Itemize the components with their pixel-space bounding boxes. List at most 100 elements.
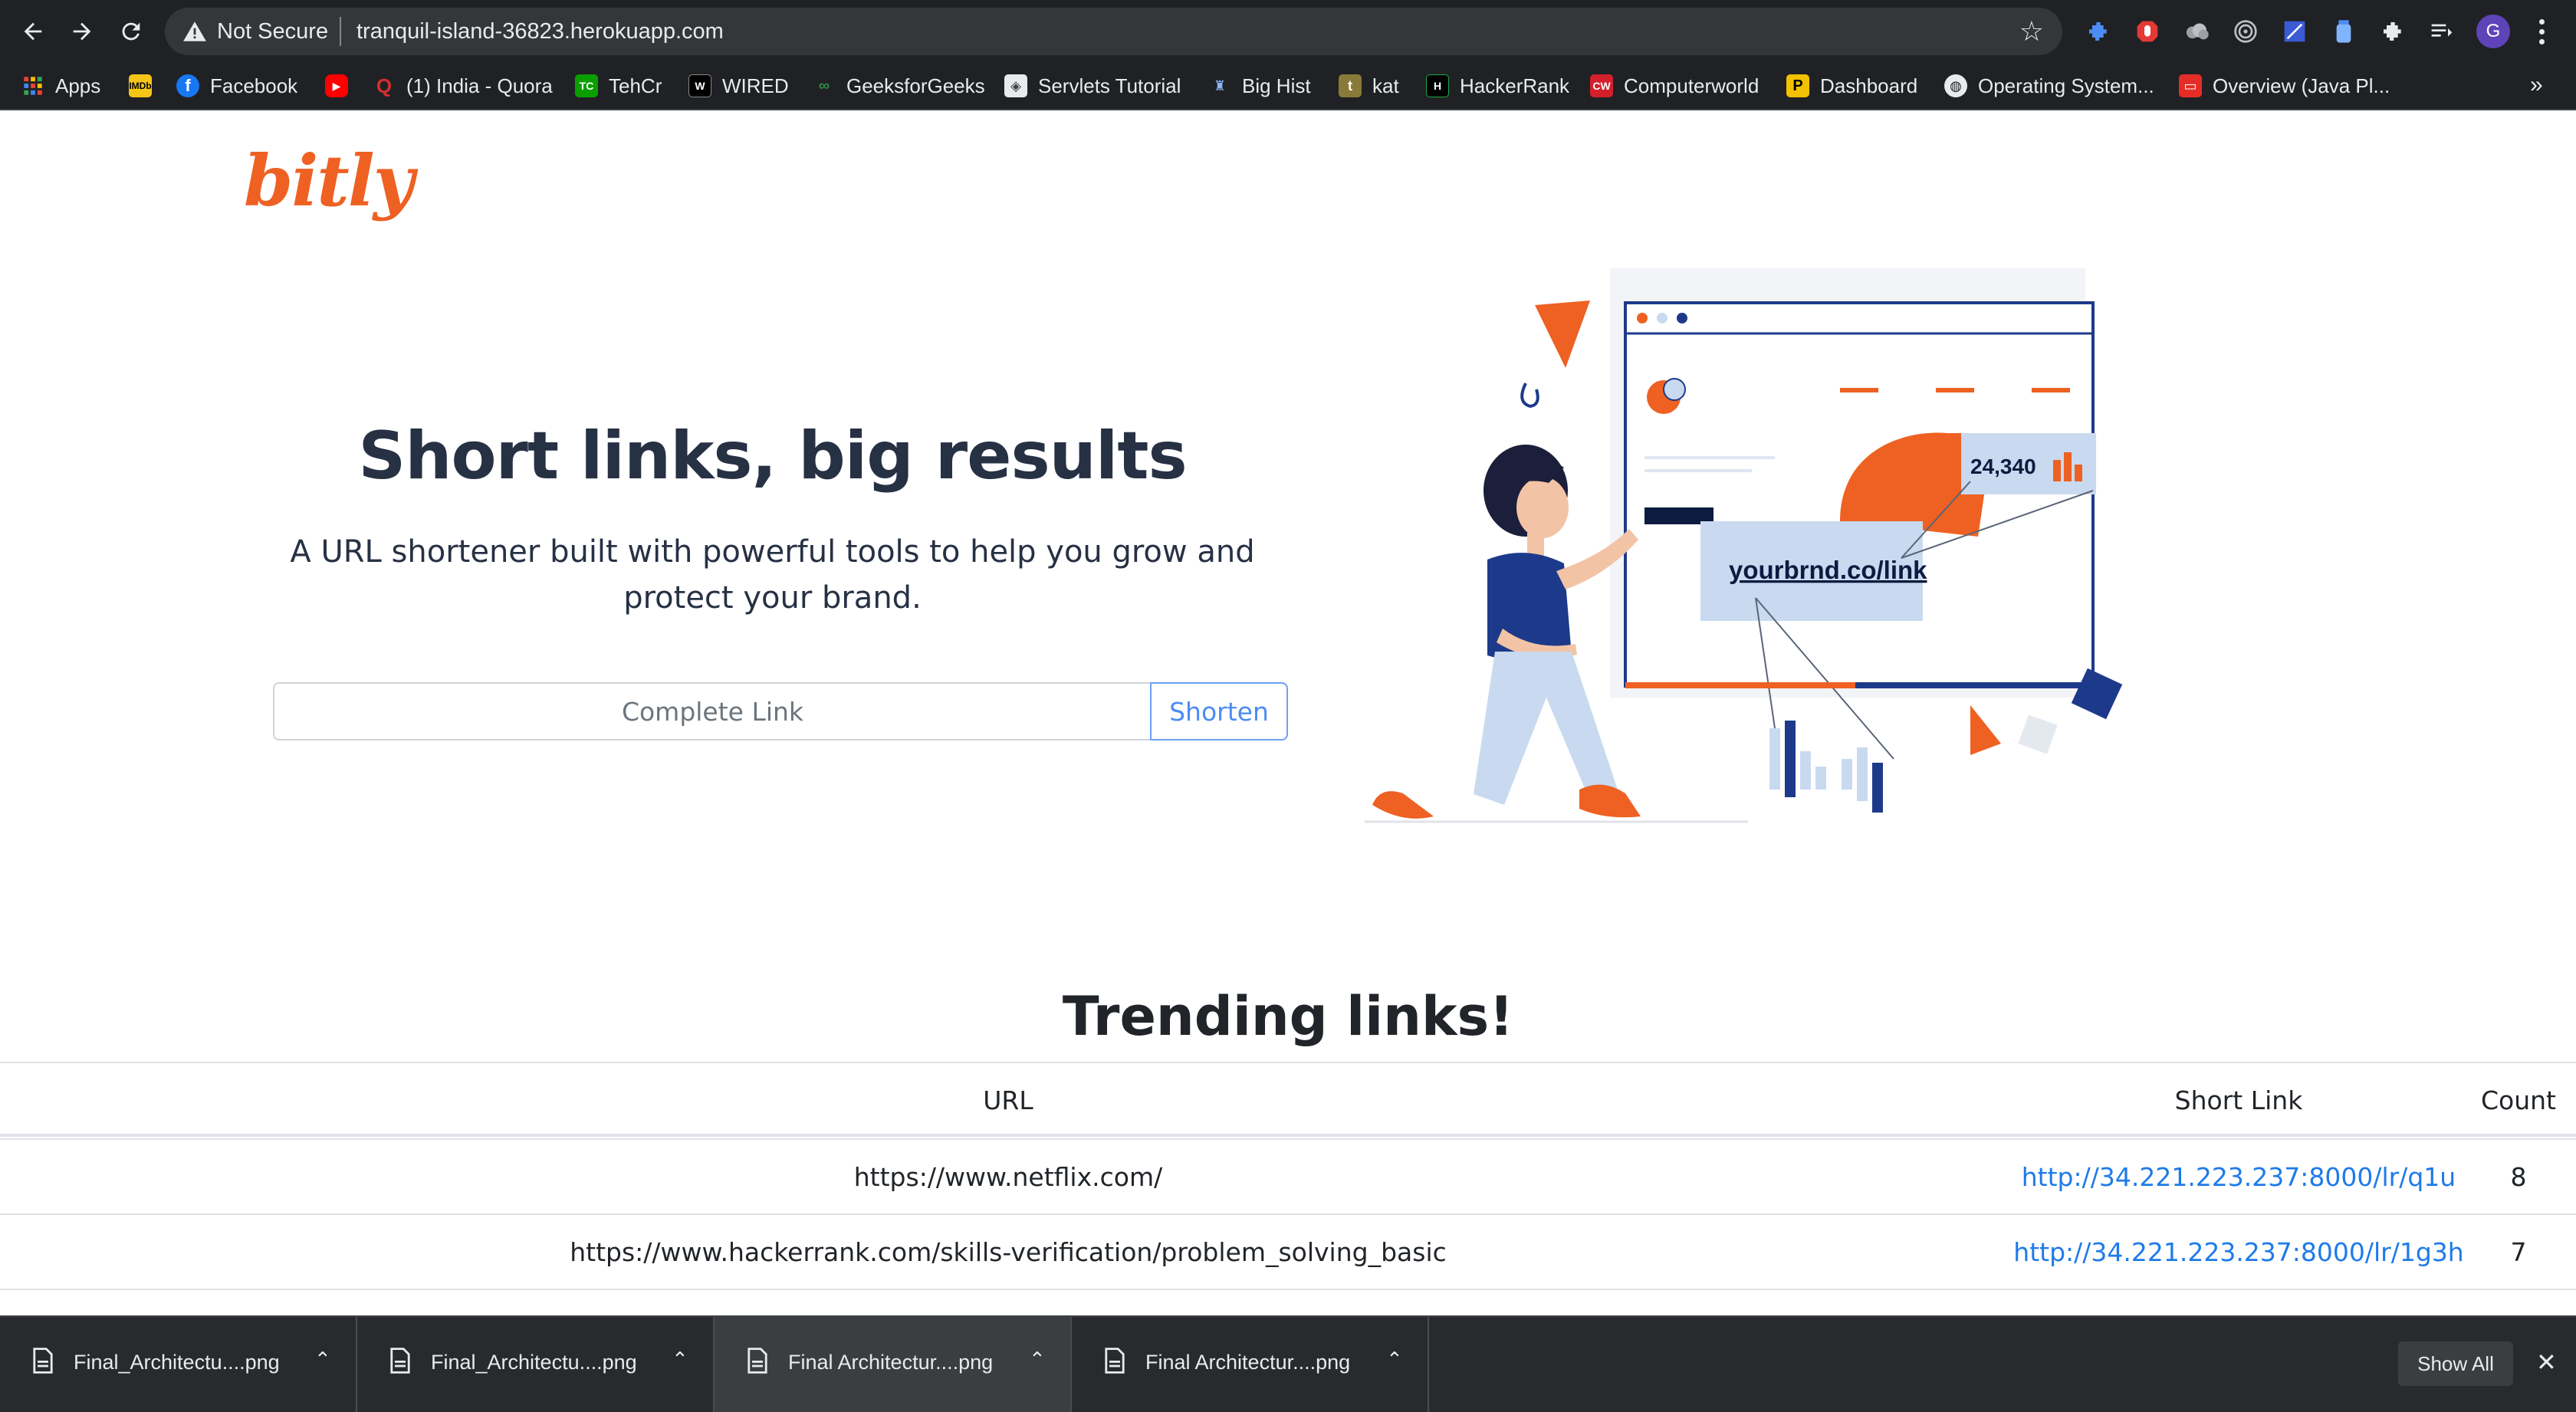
bookmark-techcrunch[interactable]: TC TehCr xyxy=(575,63,662,109)
row-short-link[interactable]: http://34.221.223.237:8000/lr/1g3h xyxy=(2013,1215,2463,1289)
bookmark-facebook[interactable]: f Facebook xyxy=(176,63,297,109)
chart-column xyxy=(1800,751,1811,790)
header-short-link: Short Link xyxy=(2174,1085,2303,1115)
youtube-icon: ▶ xyxy=(325,74,348,97)
reading-list-icon[interactable] xyxy=(2427,17,2456,46)
forward-arrow-icon[interactable] xyxy=(64,14,100,49)
security-label[interactable]: Not Secure xyxy=(217,18,328,44)
download-filename: Final Architectur....png xyxy=(788,1351,994,1374)
download-item[interactable]: Final_Architectu....png ⌃ xyxy=(0,1317,357,1412)
person-shoe-right xyxy=(1579,784,1641,818)
close-icon[interactable]: ✕ xyxy=(2536,1348,2557,1377)
download-item[interactable]: Final_Architectu....png ⌃ xyxy=(357,1317,715,1412)
window-dot-red xyxy=(1637,313,1648,323)
imdb-icon: IMDb xyxy=(129,74,152,97)
row-url: https://www.netflix.com/ xyxy=(853,1161,1163,1192)
file-icon xyxy=(1105,1348,1125,1374)
stats-bar-1 xyxy=(2053,460,2061,481)
bighist-icon: ♜ xyxy=(1213,77,1227,94)
chevron-up-icon[interactable]: ⌃ xyxy=(314,1348,331,1371)
bookmark-geeksforgeeks[interactable]: ∞ GeeksforGeeks xyxy=(813,63,985,109)
illustration-logo-mark-inner xyxy=(1663,378,1686,401)
bookmark-label: GeeksforGeeks xyxy=(846,74,985,97)
hero-subtitle-line-1: A URL shortener built with powerful tool… xyxy=(290,534,1255,570)
bookmark-dashboard[interactable]: P Dashboard xyxy=(1786,63,1917,109)
bookmarks-overflow-icon[interactable]: » xyxy=(2530,72,2543,98)
browser-menu-icon[interactable] xyxy=(2530,14,2553,49)
browser-toolbar: Not Secure tranquil-island-36823.herokua… xyxy=(0,0,2576,63)
short-link-card-text: yourbrnd.co/link xyxy=(1729,556,1927,584)
bookmark-label: Servlets Tutorial xyxy=(1038,74,1181,97)
back-arrow-icon[interactable] xyxy=(15,14,51,49)
techcrunch-icon: TC xyxy=(575,74,598,97)
download-filename: Final Architectur....png xyxy=(1145,1351,1351,1374)
hero-illustration: 24,340 yourbrnd.co/link xyxy=(1365,268,2123,823)
complete-link-input[interactable] xyxy=(273,682,1151,740)
show-all-downloads-button[interactable]: Show All xyxy=(2398,1341,2513,1386)
table-row: https://www.hackerrank.com/skills-verifi… xyxy=(0,1213,2576,1289)
address-bar[interactable]: Not Secure tranquil-island-36823.herokua… xyxy=(165,8,2062,55)
chart-column xyxy=(1769,728,1780,790)
chevron-up-icon[interactable]: ⌃ xyxy=(1029,1348,1046,1371)
download-item[interactable]: Final Architectur....png ⌃ xyxy=(715,1317,1072,1412)
bookmark-youtube[interactable]: ▶ xyxy=(325,63,359,109)
bookmark-servlets[interactable]: ◈ Servlets Tutorial xyxy=(1004,63,1181,109)
download-item[interactable]: Final Architectur....png ⌃ xyxy=(1072,1317,1429,1412)
hero-title: Short links, big results xyxy=(358,418,1187,494)
person-face xyxy=(1516,477,1569,538)
bookmark-label: WIRED xyxy=(722,74,789,97)
apps-grid-icon xyxy=(21,74,44,97)
bookmark-java-overview[interactable]: ▭ Overview (Java Pl... xyxy=(2179,63,2390,109)
bookmark-wired[interactable]: W WIRED xyxy=(688,63,789,109)
extensions-puzzle-icon[interactable] xyxy=(2378,17,2407,46)
file-icon xyxy=(748,1348,767,1374)
download-filename: Final_Architectu....png xyxy=(431,1351,637,1374)
stats-bar-2 xyxy=(2064,452,2072,481)
header-count: Count xyxy=(2480,1085,2556,1115)
url-text[interactable]: tranquil-island-36823.herokuapp.com xyxy=(356,18,724,44)
person-neck xyxy=(1527,533,1544,556)
chart-column xyxy=(1857,747,1868,801)
bookmark-label: TehCr xyxy=(609,74,662,97)
target-extension-icon[interactable] xyxy=(2231,17,2260,46)
bookmark-label: HackerRank xyxy=(1460,74,1570,97)
bookmark-operating-system[interactable]: ◍ Operating System... xyxy=(1944,63,2154,109)
chevron-up-icon[interactable]: ⌃ xyxy=(1386,1348,1403,1371)
chart-column xyxy=(1785,721,1796,797)
download-shelf: Final_Architectu....png ⌃ Final_Architec… xyxy=(0,1315,2576,1412)
servlets-icon: ◈ xyxy=(1004,74,1027,97)
stats-bar-3 xyxy=(2075,465,2082,481)
bookmark-label: Overview (Java Pl... xyxy=(2213,74,2390,97)
dashboard-icon: P xyxy=(1786,74,1809,97)
row-count: 8 xyxy=(2510,1161,2527,1192)
hero-subtitle: A URL shortener built with powerful tool… xyxy=(276,529,1269,621)
bookmark-label: (1) India - Quora xyxy=(406,74,553,97)
bookmark-bighist[interactable]: ♜ Big Hist xyxy=(1208,63,1311,109)
bookmark-star-icon[interactable]: ☆ xyxy=(2019,17,2044,46)
person-trousers xyxy=(1474,652,1618,805)
warning-triangle-icon[interactable] xyxy=(182,18,208,44)
bookmark-imdb[interactable]: IMDb xyxy=(129,63,163,109)
table-row: https://www.netflix.com/ http://34.221.2… xyxy=(0,1138,2576,1213)
chevron-up-icon[interactable]: ⌃ xyxy=(672,1348,688,1371)
grey-square-shape xyxy=(2018,714,2058,754)
reload-icon[interactable] xyxy=(113,14,149,49)
bitly-logo[interactable]: bitly xyxy=(244,140,414,222)
cloud-extension-icon[interactable] xyxy=(2182,17,2211,46)
bookmark-computerworld[interactable]: CW Computerworld xyxy=(1590,63,1759,109)
bookmark-label: Facebook xyxy=(210,74,298,97)
window-bottom-stripe-orange xyxy=(1625,682,1855,688)
bottle-extension-icon[interactable] xyxy=(2329,17,2358,46)
hand-stop-extension-icon[interactable] xyxy=(2133,17,2162,46)
bookmark-kat[interactable]: t kat xyxy=(1339,63,1399,109)
profile-avatar[interactable]: G xyxy=(2476,15,2510,48)
bookmark-quora[interactable]: Q (1) India - Quora xyxy=(373,63,553,109)
shorten-button[interactable]: Shorten xyxy=(1150,682,1288,740)
table-header-row: URL Short Link Count xyxy=(0,1062,2576,1137)
screenshot-extension-icon[interactable] xyxy=(2280,17,2309,46)
row-short-link[interactable]: http://34.221.223.237:8000/lr/q1u xyxy=(2016,1140,2461,1213)
bookmark-apps[interactable]: Apps xyxy=(21,63,100,109)
bookmark-hackerrank[interactable]: H HackerRank xyxy=(1426,63,1569,109)
hackerrank-icon: H xyxy=(1426,74,1449,97)
puzzle-extension-blue-icon[interactable] xyxy=(2084,17,2113,46)
